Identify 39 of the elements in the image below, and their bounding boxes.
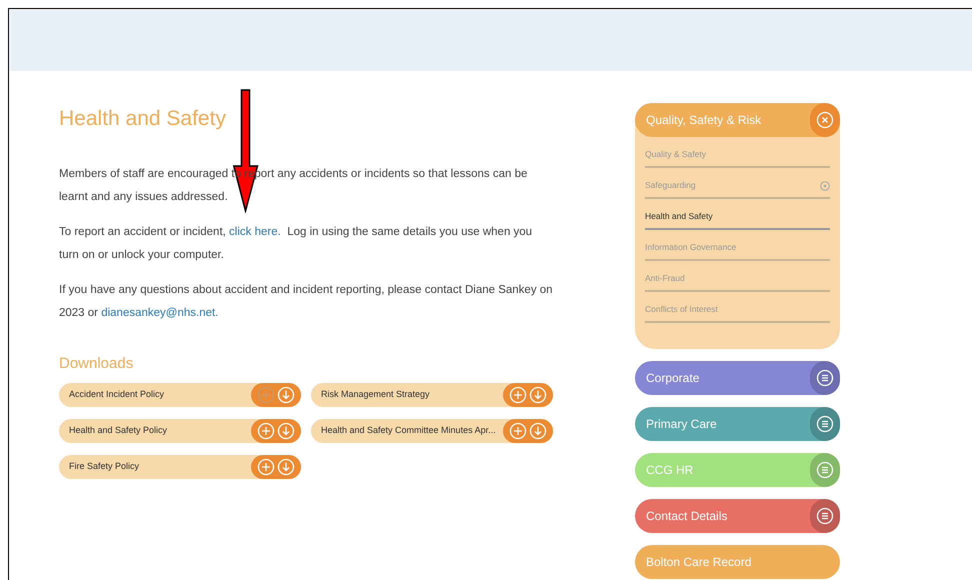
page-title: Health and Safety (59, 106, 227, 132)
downloads-heading: Downloads (59, 354, 134, 374)
download-label: Risk Management Strategy (320, 388, 431, 402)
paragraph: To report an accident or incident, click here. Log in using the same details you use when you turn on or unlock your computer. (59, 224, 534, 262)
link[interactable]: click here. (229, 226, 281, 238)
submenu-item[interactable]: Anti-Fraud (645, 261, 830, 292)
menu-icon[interactable] (816, 461, 834, 479)
section-bar[interactable]: Primary Care (635, 407, 840, 441)
download-icon[interactable] (529, 386, 547, 404)
download-label: Fire Safety Policy (68, 460, 140, 474)
section-bar[interactable]: Corporate (635, 361, 840, 395)
menu-icon[interactable] (816, 507, 834, 525)
menu-icon[interactable] (816, 369, 834, 387)
submenu-item[interactable]: Conflicts of Interest (645, 292, 830, 323)
submenu-item[interactable]: Quality & Safety (645, 137, 830, 168)
section-bar[interactable]: CCG HR (635, 453, 840, 487)
link[interactable]: dianesankey@nhs.net. (101, 306, 218, 318)
expand-icon[interactable] (820, 180, 830, 190)
download-item[interactable]: Risk Management Strategy (311, 383, 553, 407)
section-header[interactable]: Quality, Safety & Risk (635, 103, 840, 137)
download-label: Health and Safety Committee Minutes Apr... (320, 424, 497, 438)
close-icon[interactable] (816, 111, 834, 129)
section-bar[interactable]: Bolton Care Record (635, 545, 840, 579)
submenu-item[interactable]: Safeguarding (645, 168, 830, 199)
section-bar[interactable]: Contact Details (635, 499, 840, 533)
download-icon[interactable] (277, 386, 295, 404)
download-item[interactable]: Health and Safety Committee Minutes Apr... (311, 419, 553, 443)
download-item[interactable]: Fire Safety Policy (59, 455, 301, 479)
download-item[interactable]: Health and Safety Policy (59, 419, 301, 443)
download-icon[interactable] (277, 458, 295, 476)
menu-icon[interactable] (816, 415, 834, 433)
submenu-item[interactable]: Information Governance (645, 230, 830, 261)
download-icon[interactable] (277, 422, 295, 440)
paragraph: If you have any questions about accident and incident reporting, please contact Diane Sankey on 2023 or dianesankey@nhs.net. (59, 282, 554, 320)
download-icon[interactable] (529, 422, 547, 440)
download-label: Accident Incident Policy (68, 388, 166, 402)
download-item[interactable]: Accident Incident Policy (59, 383, 301, 407)
download-label: Health and Safety Policy (68, 424, 168, 438)
submenu-item[interactable]: Health and Safety (645, 199, 830, 230)
